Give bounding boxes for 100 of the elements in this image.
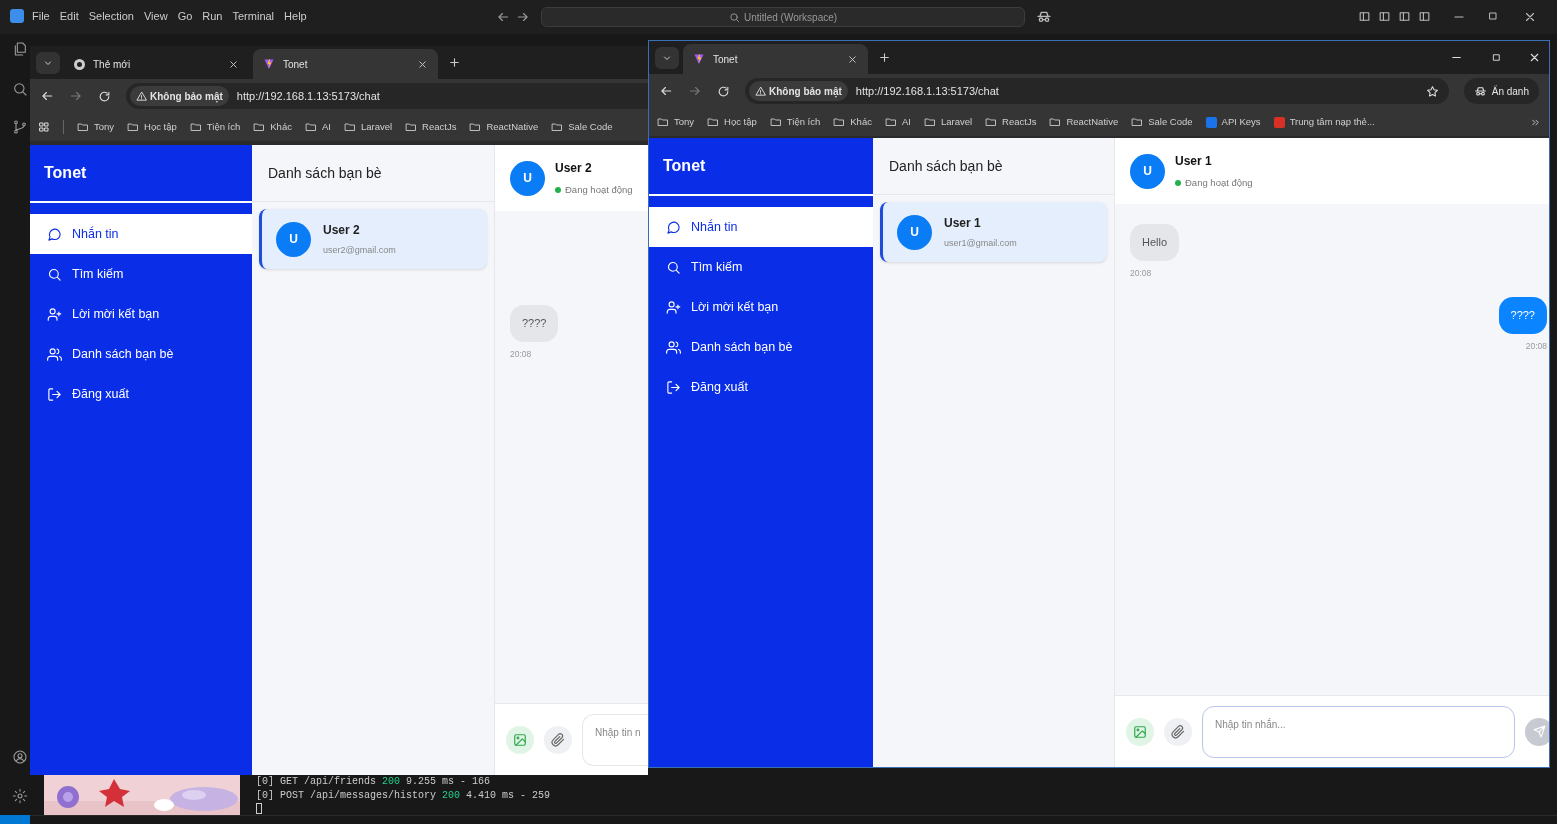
nav-item[interactable]: Tìm kiếm xyxy=(30,254,252,294)
menu-item[interactable]: Help xyxy=(284,8,307,25)
nav-item[interactable]: Đăng xuất xyxy=(30,374,252,414)
friend-item[interactable]: U User 2 user2@gmail.com xyxy=(259,209,487,269)
nav-item[interactable]: Đăng xuất xyxy=(649,367,873,407)
address-bar[interactable]: Không bảo mật http://192.168.1.13:5173/chat xyxy=(126,83,648,109)
maximize-icon[interactable] xyxy=(1487,10,1499,22)
bookmark[interactable]: Sale Code xyxy=(1131,114,1193,130)
nav-item[interactable]: Lời mời kết bạn xyxy=(30,294,252,334)
attach-button[interactable] xyxy=(544,725,572,754)
close-icon[interactable] xyxy=(847,53,858,65)
avatar: U xyxy=(510,160,545,196)
folder-icon xyxy=(657,116,669,128)
search-icon xyxy=(47,266,62,282)
address-bar[interactable]: Không bảo mật http://192.168.1.13:5173/chat xyxy=(745,78,1449,104)
avatar: U xyxy=(897,214,932,250)
forward-arrow-icon[interactable] xyxy=(516,10,530,24)
received-message: ???? xyxy=(510,305,559,342)
folder-icon xyxy=(769,116,782,128)
layout-icon[interactable] xyxy=(1358,10,1371,23)
bookmark[interactable]: ReactJs xyxy=(405,119,457,135)
command-center-search[interactable]: Untitled (Workspace) xyxy=(541,7,1025,27)
bookmark[interactable]: Laravel xyxy=(343,119,393,135)
bookmark[interactable]: Khác xyxy=(253,119,292,135)
friend-item[interactable]: U User 1 user1@gmail.com xyxy=(880,202,1107,262)
app-brand: Tonet xyxy=(663,156,706,176)
bookmark[interactable]: Học tập xyxy=(127,119,177,135)
new-tab-icon[interactable] xyxy=(448,56,461,69)
chat-bubble-icon xyxy=(47,226,62,242)
logout-icon xyxy=(47,386,62,402)
image-upload-button[interactable] xyxy=(1126,717,1154,746)
bookmark[interactable]: ReactNative xyxy=(1049,114,1119,130)
incognito-badge[interactable]: Ẩn danh xyxy=(1463,78,1539,104)
send-icon xyxy=(1532,725,1546,738)
layout-icon[interactable] xyxy=(1398,10,1411,23)
settings-icon[interactable] xyxy=(12,787,28,805)
message-input[interactable]: Nhập tin nhắn... xyxy=(1202,705,1515,758)
folder-icon xyxy=(1131,116,1144,128)
attach-button[interactable] xyxy=(1164,717,1192,746)
forward-arrow-icon[interactable] xyxy=(688,84,702,98)
back-arrow-icon[interactable] xyxy=(659,84,673,98)
nav-item[interactable]: Danh sách bạn bè xyxy=(30,334,252,374)
back-arrow-icon[interactable] xyxy=(496,10,510,24)
bookmark[interactable]: Tony xyxy=(77,119,115,135)
close-icon[interactable] xyxy=(1523,10,1537,24)
bookmark[interactable]: Học tập xyxy=(707,114,757,130)
nav-item[interactable]: Lời mời kết bạn xyxy=(649,287,873,327)
bookmark-star-icon[interactable] xyxy=(1425,84,1439,98)
security-chip[interactable]: Không bảo mật xyxy=(130,86,229,106)
close-icon[interactable] xyxy=(1528,51,1541,64)
layout-icon[interactable] xyxy=(1378,10,1391,23)
back-arrow-icon[interactable] xyxy=(40,89,54,103)
bookmark[interactable]: Laravel xyxy=(923,114,973,130)
forward-arrow-icon[interactable] xyxy=(69,89,83,103)
bookmark[interactable]: AI xyxy=(304,119,331,135)
url-text: http://192.168.1.13:5173/chat xyxy=(855,83,1000,99)
bookmark[interactable]: AI xyxy=(884,114,911,130)
bookmark[interactable]: Khác xyxy=(833,114,872,130)
bookmark[interactable]: ReactJs xyxy=(985,114,1037,130)
search-icon[interactable] xyxy=(12,80,28,98)
new-tab-icon[interactable] xyxy=(878,51,891,64)
source-control-icon[interactable] xyxy=(12,118,28,136)
apps-icon[interactable] xyxy=(38,121,50,133)
maximize-icon[interactable] xyxy=(1491,52,1502,63)
menu-item[interactable]: File xyxy=(32,8,50,25)
close-icon[interactable] xyxy=(228,58,239,70)
menu-item[interactable]: Edit xyxy=(59,8,79,25)
menu-item[interactable]: Selection xyxy=(88,8,134,25)
bookmark[interactable]: API Keys xyxy=(1205,114,1261,130)
bookmark[interactable]: Trung tâm nạp thẻ... xyxy=(1273,114,1375,130)
vite-logo-icon xyxy=(693,53,705,65)
menu-item[interactable]: Run xyxy=(202,8,223,25)
folder-icon xyxy=(985,116,998,128)
browser-tab[interactable]: Tonet xyxy=(683,44,868,74)
close-icon[interactable] xyxy=(417,58,428,70)
bookmark[interactable]: Tiện ích xyxy=(769,114,821,130)
folder-icon xyxy=(127,121,140,133)
security-chip[interactable]: Không bảo mật xyxy=(749,81,848,101)
bookmark[interactable]: ReactNative xyxy=(469,119,539,135)
files-icon[interactable] xyxy=(12,40,28,58)
contact-name: User 2 xyxy=(555,159,593,177)
layout-icon[interactable] xyxy=(1418,10,1431,23)
nav-item[interactable]: Danh sách bạn bè xyxy=(649,327,873,367)
message-input[interactable]: Nhập tin n xyxy=(582,713,648,766)
menu-item[interactable]: View xyxy=(143,8,168,25)
image-upload-button[interactable] xyxy=(506,725,534,754)
reload-icon[interactable] xyxy=(98,89,111,103)
nav-item[interactable]: Nhắn tin xyxy=(30,214,252,254)
menu-item[interactable]: Terminal xyxy=(232,8,275,25)
reload-icon[interactable] xyxy=(717,84,730,98)
browser-tab[interactable]: Tonet xyxy=(253,49,438,79)
account-icon[interactable] xyxy=(12,748,28,766)
bookmark[interactable]: Tiện ích xyxy=(189,119,241,135)
nav-item[interactable]: Nhắn tin xyxy=(649,207,873,247)
bookmark[interactable]: Sale Code xyxy=(551,119,613,135)
nav-item[interactable]: Tìm kiếm xyxy=(649,247,873,287)
browser-tab[interactable]: Thẻ mới xyxy=(64,49,249,79)
menu-item[interactable]: Go xyxy=(177,8,193,25)
folder-icon xyxy=(343,121,356,133)
bookmark[interactable]: Tony xyxy=(657,114,695,130)
